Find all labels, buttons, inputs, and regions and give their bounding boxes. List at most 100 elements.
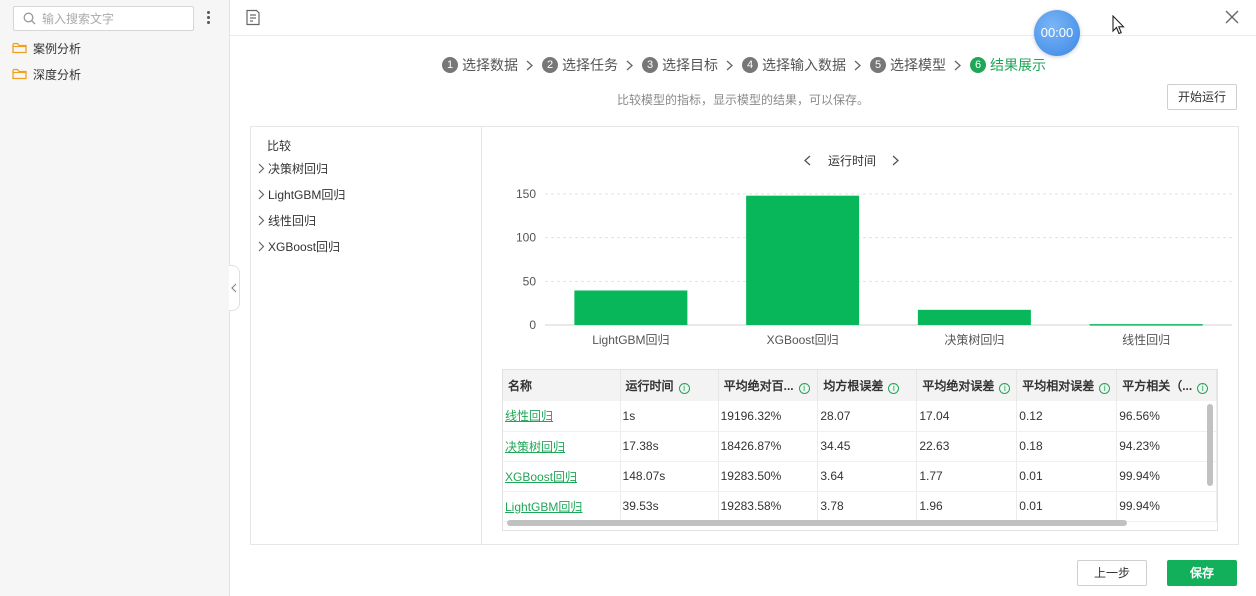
tree-node-decision-tree[interactable]: 决策树回归 bbox=[257, 159, 328, 177]
search-box[interactable] bbox=[13, 6, 194, 31]
metrics-table: 名称 运行时间 i 平均绝对百... i 均方根误差 i 平均绝对误差 i 平均相对误差 i 平方相关… bbox=[502, 369, 1218, 531]
sidebar-item-deep-analysis[interactable]: 深度分析 bbox=[12, 64, 81, 84]
table-cell: 19283.50% bbox=[718, 461, 819, 492]
tree-node-lightgbm[interactable]: LightGBM回归 bbox=[257, 185, 345, 203]
search-input[interactable] bbox=[42, 10, 190, 27]
column-header[interactable]: 平均相对误差 i bbox=[1016, 370, 1118, 401]
model-link[interactable]: LightGBM回归 bbox=[505, 500, 582, 514]
table-cell: 1.96 bbox=[916, 491, 1018, 522]
table-row: LightGBM回归 39.53s 19283.58% 3.78 1.96 0.01 99.… bbox=[503, 491, 1217, 522]
new-note-icon[interactable] bbox=[245, 9, 261, 26]
model-name-cell[interactable]: 线性回归 bbox=[503, 401, 621, 432]
more-menu-icon[interactable] bbox=[203, 10, 213, 26]
info-icon[interactable]: i bbox=[999, 383, 1011, 394]
model-name-cell[interactable]: 决策树回归 bbox=[503, 431, 621, 462]
column-header-label: 运行时间 bbox=[625, 379, 674, 393]
info-icon[interactable]: i bbox=[1197, 383, 1209, 394]
column-header-label: 均方根误差 bbox=[823, 379, 884, 393]
column-header[interactable]: 均方根误差 i bbox=[817, 370, 918, 401]
chart-metric-switcher: 运行时间 bbox=[800, 152, 902, 169]
bar bbox=[1089, 324, 1203, 326]
step-select-model[interactable]: 5 选择模型 bbox=[870, 55, 946, 75]
model-name-cell[interactable]: XGBoost回归 bbox=[503, 461, 621, 492]
step-select-data[interactable]: 1 选择数据 bbox=[442, 55, 518, 75]
table-cell: 1s bbox=[620, 401, 719, 432]
folder-icon bbox=[12, 68, 27, 80]
chevron-right-icon[interactable] bbox=[257, 215, 265, 226]
column-header-label: 平均绝对误差 bbox=[922, 379, 995, 393]
table-row: 线性回归 1s 19196.32% 28.07 17.04 0.12 96.56% bbox=[503, 401, 1217, 432]
y-tick-label: 100 bbox=[516, 231, 536, 245]
x-tick-label: 决策树回归 bbox=[944, 332, 1004, 347]
column-header[interactable]: 平均绝对误差 i bbox=[916, 370, 1018, 401]
column-header-label: 平方相关（... bbox=[1122, 379, 1193, 393]
info-icon[interactable]: i bbox=[678, 383, 690, 394]
model-link[interactable]: XGBoost回归 bbox=[505, 470, 577, 484]
step-select-task[interactable]: 2 选择任务 bbox=[542, 55, 618, 75]
model-link[interactable]: 线性回归 bbox=[505, 409, 553, 423]
chevron-right-icon[interactable] bbox=[257, 241, 265, 252]
start-run-button[interactable]: 开始运行 bbox=[1167, 84, 1237, 110]
table-cell: 19196.32% bbox=[718, 401, 819, 432]
info-icon[interactable]: i bbox=[888, 383, 900, 394]
info-icon[interactable]: i bbox=[1099, 383, 1111, 394]
chevron-left-icon[interactable] bbox=[800, 153, 814, 169]
table-row: 决策树回归 17.38s 18426.87% 34.45 22.63 0.18 94.23% bbox=[503, 431, 1217, 462]
table-row: XGBoost回归 148.07s 19283.50% 3.64 1.77 0.01 99.… bbox=[503, 461, 1217, 492]
table-cell: 0.01 bbox=[1016, 461, 1118, 492]
mouse-cursor-icon bbox=[1112, 15, 1125, 35]
step-select-target[interactable]: 3 选择目标 bbox=[642, 55, 718, 75]
vertical-scrollbar[interactable] bbox=[1207, 404, 1213, 486]
table-cell: 94.23% bbox=[1116, 431, 1217, 462]
chevron-right-icon[interactable] bbox=[888, 153, 902, 169]
column-header[interactable]: 名称 bbox=[503, 370, 621, 401]
dialog-header bbox=[230, 0, 1256, 36]
chevron-right-icon[interactable] bbox=[257, 189, 265, 200]
sidebar-item-case-analysis[interactable]: 案例分析 bbox=[12, 38, 81, 58]
step-result-display[interactable]: 6 结果展示 bbox=[970, 55, 1046, 75]
table-cell: 3.78 bbox=[817, 491, 918, 522]
collapse-panel-toggle[interactable] bbox=[229, 265, 240, 311]
column-header-label: 平均绝对百... bbox=[723, 379, 794, 393]
table-cell: 34.45 bbox=[817, 431, 918, 462]
bar bbox=[746, 195, 860, 325]
close-icon[interactable] bbox=[1225, 10, 1239, 24]
tree-node-linear[interactable]: 线性回归 bbox=[257, 211, 316, 229]
chevron-right-icon bbox=[854, 60, 861, 71]
horizontal-scrollbar[interactable] bbox=[507, 520, 1127, 526]
column-header[interactable]: 运行时间 i bbox=[620, 370, 719, 401]
table-cell: 19283.58% bbox=[718, 491, 819, 522]
step-hint-text: 比较模型的指标，显示模型的结果，可以保存。 bbox=[617, 93, 870, 107]
table-cell: 18426.87% bbox=[718, 431, 819, 462]
save-button[interactable]: 保存 bbox=[1167, 560, 1237, 586]
table-cell: 17.04 bbox=[916, 401, 1018, 432]
table-cell: 96.56% bbox=[1116, 401, 1217, 432]
model-link[interactable]: 决策树回归 bbox=[505, 440, 565, 454]
previous-step-button[interactable]: 上一步 bbox=[1077, 560, 1147, 586]
chevron-right-icon bbox=[726, 60, 733, 71]
timer-badge[interactable]: 00:00 bbox=[1034, 10, 1080, 56]
table-cell: 28.07 bbox=[817, 401, 918, 432]
y-tick-label: 50 bbox=[523, 274, 537, 288]
table-cell: 39.53s bbox=[620, 491, 719, 522]
x-tick-label: XGBoost回归 bbox=[767, 333, 839, 347]
column-header[interactable]: 平均绝对百... i bbox=[718, 370, 819, 401]
x-tick-label: 线性回归 bbox=[1122, 333, 1170, 347]
sidebar: 案例分析 深度分析 bbox=[0, 0, 230, 596]
table-cell: 99.94% bbox=[1116, 461, 1217, 492]
table-cell: 148.07s bbox=[620, 461, 719, 492]
chevron-right-icon[interactable] bbox=[257, 163, 265, 174]
column-header[interactable]: 平方相关（... i bbox=[1116, 370, 1217, 401]
tree-title[interactable]: 比较 bbox=[267, 137, 291, 154]
run-time-bar-chart: 0 50 100 150 LightGBM回归 XGBoost回归 决策树回归 线性回归 bbox=[516, 187, 1232, 347]
info-icon[interactable]: i bbox=[798, 383, 810, 394]
folder-icon bbox=[12, 42, 27, 54]
chart-metric-label: 运行时间 bbox=[828, 154, 877, 168]
model-name-cell[interactable]: LightGBM回归 bbox=[503, 491, 621, 522]
table-cell: 3.64 bbox=[817, 461, 918, 492]
tree-node-xgboost[interactable]: XGBoost回归 bbox=[257, 237, 340, 255]
table-cell: 0.12 bbox=[1016, 401, 1118, 432]
wizard-steps: 1 选择数据 2 选择任务 3 选择目标 4 选择输入数据 5 选择模型 6 结果展示 bbox=[442, 55, 1046, 75]
table-cell: 0.18 bbox=[1016, 431, 1118, 462]
step-select-input-data[interactable]: 4 选择输入数据 bbox=[742, 55, 846, 75]
